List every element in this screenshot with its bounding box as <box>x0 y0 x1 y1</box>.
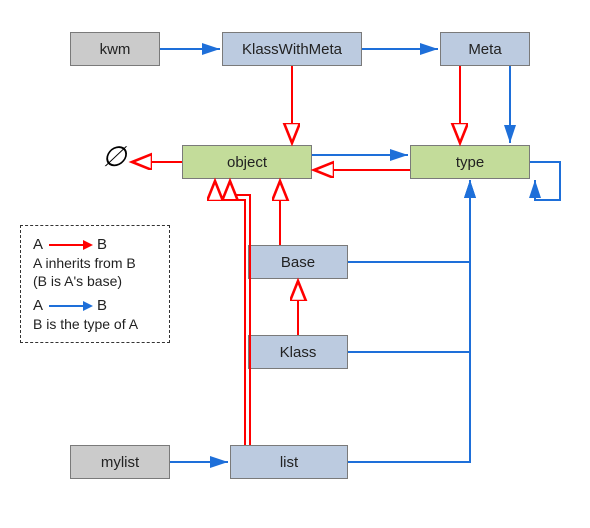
legend-A2: A <box>33 297 43 314</box>
edge-type-type <box>530 162 560 200</box>
legend-type-row: A B <box>33 297 157 314</box>
edge-list-object <box>230 181 250 445</box>
empty-set-symbol: ∅ <box>102 140 126 174</box>
diagram-canvas: kwm KlassWithMeta Meta ∅ object type Bas… <box>0 0 590 528</box>
legend-inherits-row: A B <box>33 236 157 253</box>
node-object: object <box>182 145 312 179</box>
legend-inherits-text1: A inherits from B <box>33 255 157 271</box>
edge-klass-type <box>348 180 470 352</box>
node-klass: Klass <box>248 335 348 369</box>
edge-base-type <box>348 180 470 262</box>
legend-B: B <box>97 236 107 253</box>
legend-A: A <box>33 236 43 253</box>
legend-type-text: B is the type of A <box>33 316 157 332</box>
legend-inherits-text2: (B is A's base) <box>33 273 157 289</box>
edge-list-object-clean <box>215 181 245 445</box>
legend-blue-arrow-icon <box>49 305 91 307</box>
node-type: type <box>410 145 530 179</box>
legend-B2: B <box>97 297 107 314</box>
node-list: list <box>230 445 348 479</box>
legend-red-arrow-icon <box>49 244 91 246</box>
legend-box: A B A inherits from B (B is A's base) A … <box>20 225 170 343</box>
edge-list-type <box>348 180 470 462</box>
node-meta: Meta <box>440 32 530 66</box>
node-base: Base <box>248 245 348 279</box>
node-klasswithmeta: KlassWithMeta <box>222 32 362 66</box>
node-mylist: mylist <box>70 445 170 479</box>
node-kwm: kwm <box>70 32 160 66</box>
